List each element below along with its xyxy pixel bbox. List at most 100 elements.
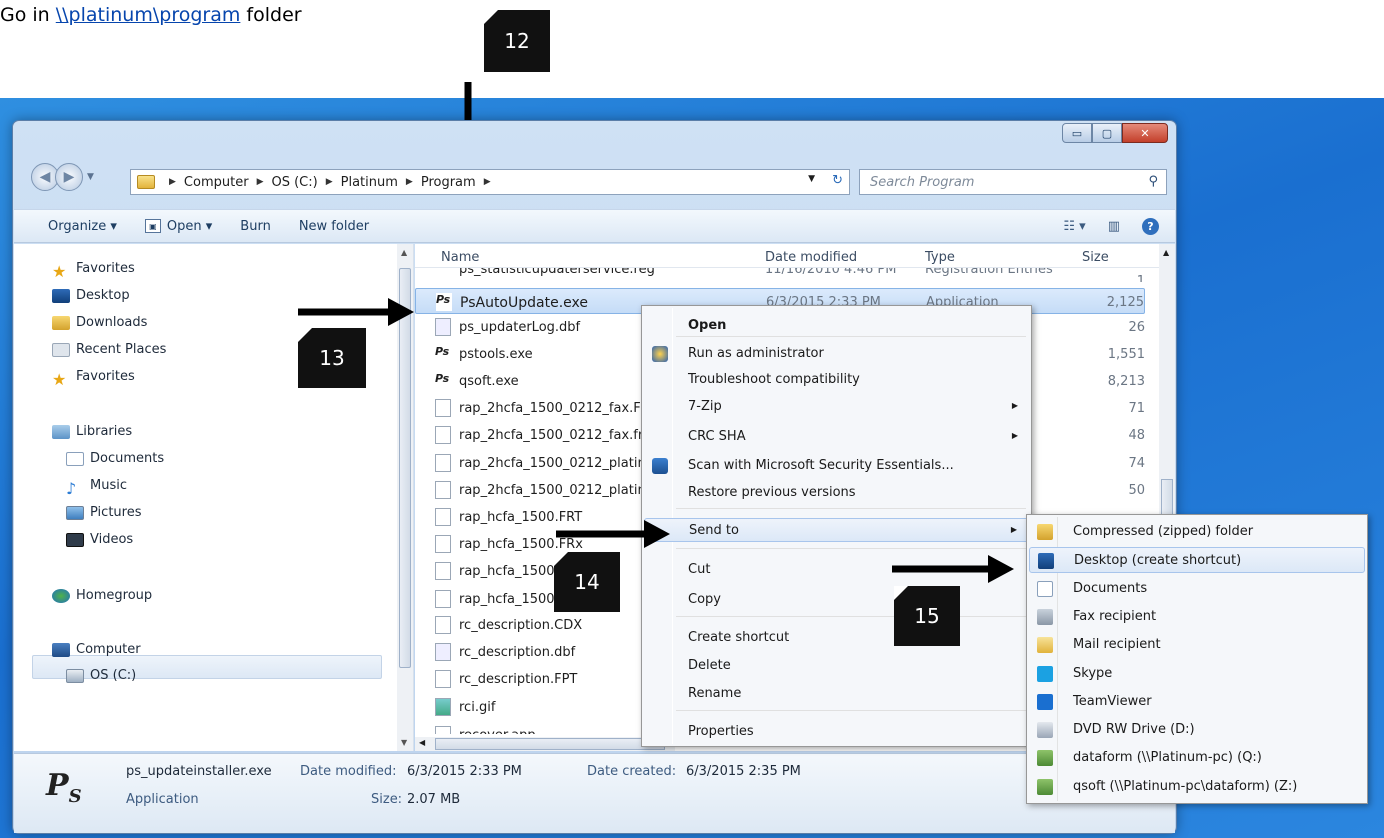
nav-desktop[interactable]: Desktop — [52, 288, 130, 303]
send-to-item[interactable]: qsoft (\\Platinum-pc\dataform) (Z:) — [1029, 774, 1365, 800]
file-name: rap_hcfa_1500 — [459, 564, 555, 579]
nav-documents[interactable]: Documents — [66, 451, 164, 466]
menu-item-label: Delete — [688, 658, 731, 673]
column-headers: Name Date modified Type Size — [415, 244, 1163, 268]
menu-item-delete[interactable]: Delete — [644, 654, 1030, 678]
crumb-program[interactable]: Program — [421, 175, 476, 190]
nav-music[interactable]: ♪ Music — [66, 478, 127, 498]
nav-pictures[interactable]: Pictures — [66, 505, 141, 520]
column-name[interactable]: Name — [441, 250, 479, 265]
network-drive-icon — [1037, 778, 1053, 795]
details-size-label: Size: — [371, 792, 403, 807]
column-size[interactable]: Size — [1082, 250, 1109, 265]
nav-os-drive[interactable]: OS (C:) — [66, 668, 136, 683]
downloads-icon — [52, 315, 70, 330]
menu-item-label: Run as administrator — [688, 346, 824, 361]
menu-item-run-as-admin[interactable]: Run as administrator — [644, 342, 1030, 366]
menu-item-label: CRC SHA — [688, 429, 746, 444]
ps-app-icon: PS — [46, 768, 82, 807]
crumb-computer[interactable]: Computer — [184, 175, 249, 190]
close-button[interactable]: ✕ — [1122, 123, 1168, 143]
file-size: 50 — [1128, 483, 1145, 498]
nav-favorites[interactable]: ★ Favorites — [52, 261, 135, 281]
crumb-platinum[interactable]: Platinum — [341, 175, 398, 190]
send-to-submenu: Compressed (zipped) folder Desktop (creat… — [1026, 514, 1368, 804]
address-bar[interactable]: ▶ Computer ▶ OS (C:) ▶ Platinum ▶ Program ▶ … — [130, 169, 850, 195]
nav-libraries[interactable]: Libraries — [52, 424, 132, 439]
recent-pages-dropdown[interactable]: ▼ — [87, 172, 94, 182]
nav-videos[interactable]: Videos — [66, 532, 133, 547]
file-icon — [435, 426, 451, 444]
send-to-label: Compressed (zipped) folder — [1073, 524, 1254, 539]
menu-separator — [676, 616, 1026, 617]
forward-button[interactable]: ▶ — [55, 163, 83, 191]
send-to-item[interactable]: Compressed (zipped) folder — [1029, 519, 1365, 545]
menu-item-troubleshoot[interactable]: Troubleshoot compatibility — [644, 368, 1030, 392]
send-to-item[interactable]: dataform (\\Platinum-pc) (Q:) — [1029, 745, 1365, 771]
menu-item-label: Copy — [688, 592, 721, 607]
minimize-button[interactable]: ▭ — [1062, 123, 1092, 143]
send-to-item[interactable]: Desktop (create shortcut) — [1029, 547, 1365, 574]
dvd-drive-icon — [1037, 722, 1053, 739]
nav-recent-places[interactable]: Recent Places — [52, 342, 166, 357]
menu-item-copy[interactable]: Copy — [644, 588, 1030, 612]
search-icon[interactable]: ⚲ — [1148, 174, 1158, 189]
menu-item-create-shortcut[interactable]: Create shortcut — [644, 626, 1030, 650]
file-name: recover.app — [459, 728, 536, 734]
documents-icon — [66, 451, 84, 466]
column-date[interactable]: Date modified — [765, 250, 857, 265]
menu-item-7zip[interactable]: 7-Zip ▶ — [644, 395, 1030, 419]
menu-item-label: Create shortcut — [688, 630, 790, 645]
image-icon — [435, 698, 451, 716]
organize-button[interactable]: Organize ▾ — [48, 219, 117, 234]
videos-icon — [66, 532, 84, 547]
nav-favorites-2[interactable]: ★ Favorites — [52, 369, 135, 389]
exe-icon: Ps — [435, 372, 451, 390]
horizontal-scrollbar[interactable]: ◀ — [415, 737, 675, 751]
help-icon[interactable]: ? — [1142, 218, 1159, 235]
nav-computer[interactable]: Computer — [52, 642, 141, 657]
menu-item-open[interactable]: Open — [644, 314, 1030, 338]
search-input[interactable]: Search Program ⚲ — [859, 169, 1167, 195]
step-badge-12: 12 — [484, 10, 550, 72]
nav-downloads[interactable]: Downloads — [52, 315, 147, 330]
view-options-icon[interactable]: ☷ ▾ — [1063, 219, 1085, 234]
column-type[interactable]: Type — [925, 250, 955, 265]
menu-item-scan-mse[interactable]: Scan with Microsoft Security Essentials.… — [644, 454, 1030, 478]
program-folder-link[interactable]: \\platinum\program — [56, 4, 241, 26]
send-to-item[interactable]: DVD RW Drive (D:) — [1029, 717, 1365, 743]
breadcrumb: ▶ Computer ▶ OS (C:) ▶ Platinum ▶ Program ▶ — [169, 174, 491, 190]
preview-pane-icon[interactable]: ▥ — [1108, 219, 1120, 234]
menu-item-properties[interactable]: Properties — [644, 720, 1030, 744]
send-to-item[interactable]: Documents — [1029, 576, 1365, 602]
refresh-icon[interactable]: ↻ — [832, 173, 843, 188]
menu-item-rename[interactable]: Rename — [644, 682, 1030, 706]
new-folder-button[interactable]: New folder — [299, 219, 369, 234]
send-to-item[interactable]: Mail recipient — [1029, 632, 1365, 658]
menu-item-label: Rename — [688, 686, 742, 701]
send-to-item[interactable]: Fax recipient — [1029, 604, 1365, 630]
menu-item-restore-versions[interactable]: Restore previous versions — [644, 481, 1030, 505]
send-to-item[interactable]: TeamViewer — [1029, 689, 1365, 715]
burn-button[interactable]: Burn — [240, 219, 271, 234]
submenu-arrow-icon: ▶ — [1010, 525, 1017, 534]
send-to-item[interactable]: Skype — [1029, 661, 1365, 687]
open-button[interactable]: ▣ Open ▾ — [144, 219, 212, 234]
details-date-modified-label: Date modified: — [300, 764, 397, 779]
file-icon — [435, 562, 451, 580]
send-to-label: Fax recipient — [1073, 608, 1157, 624]
details-date-modified: 6/3/2015 2:33 PM — [407, 764, 522, 779]
address-dropdown-icon[interactable]: ▼ — [808, 174, 815, 184]
file-icon — [435, 670, 451, 688]
file-size: 71 — [1128, 401, 1145, 416]
nav-homegroup[interactable]: Homegroup — [52, 588, 152, 603]
submenu-arrow-icon: ▶ — [1011, 431, 1018, 440]
details-date-created: 6/3/2015 2:35 PM — [686, 764, 801, 779]
menu-item-send-to[interactable]: Send to ▶ — [644, 518, 1030, 542]
network-drive-icon — [1037, 750, 1053, 767]
maximize-button[interactable]: ▢ — [1092, 123, 1122, 143]
libraries-icon — [52, 424, 70, 439]
crumb-os[interactable]: OS (C:) — [271, 175, 317, 190]
file-row[interactable]: ps_statisticupdaterservice.reg 11/16/2010… — [415, 268, 1145, 282]
menu-item-crc-sha[interactable]: CRC SHA ▶ — [644, 425, 1030, 449]
